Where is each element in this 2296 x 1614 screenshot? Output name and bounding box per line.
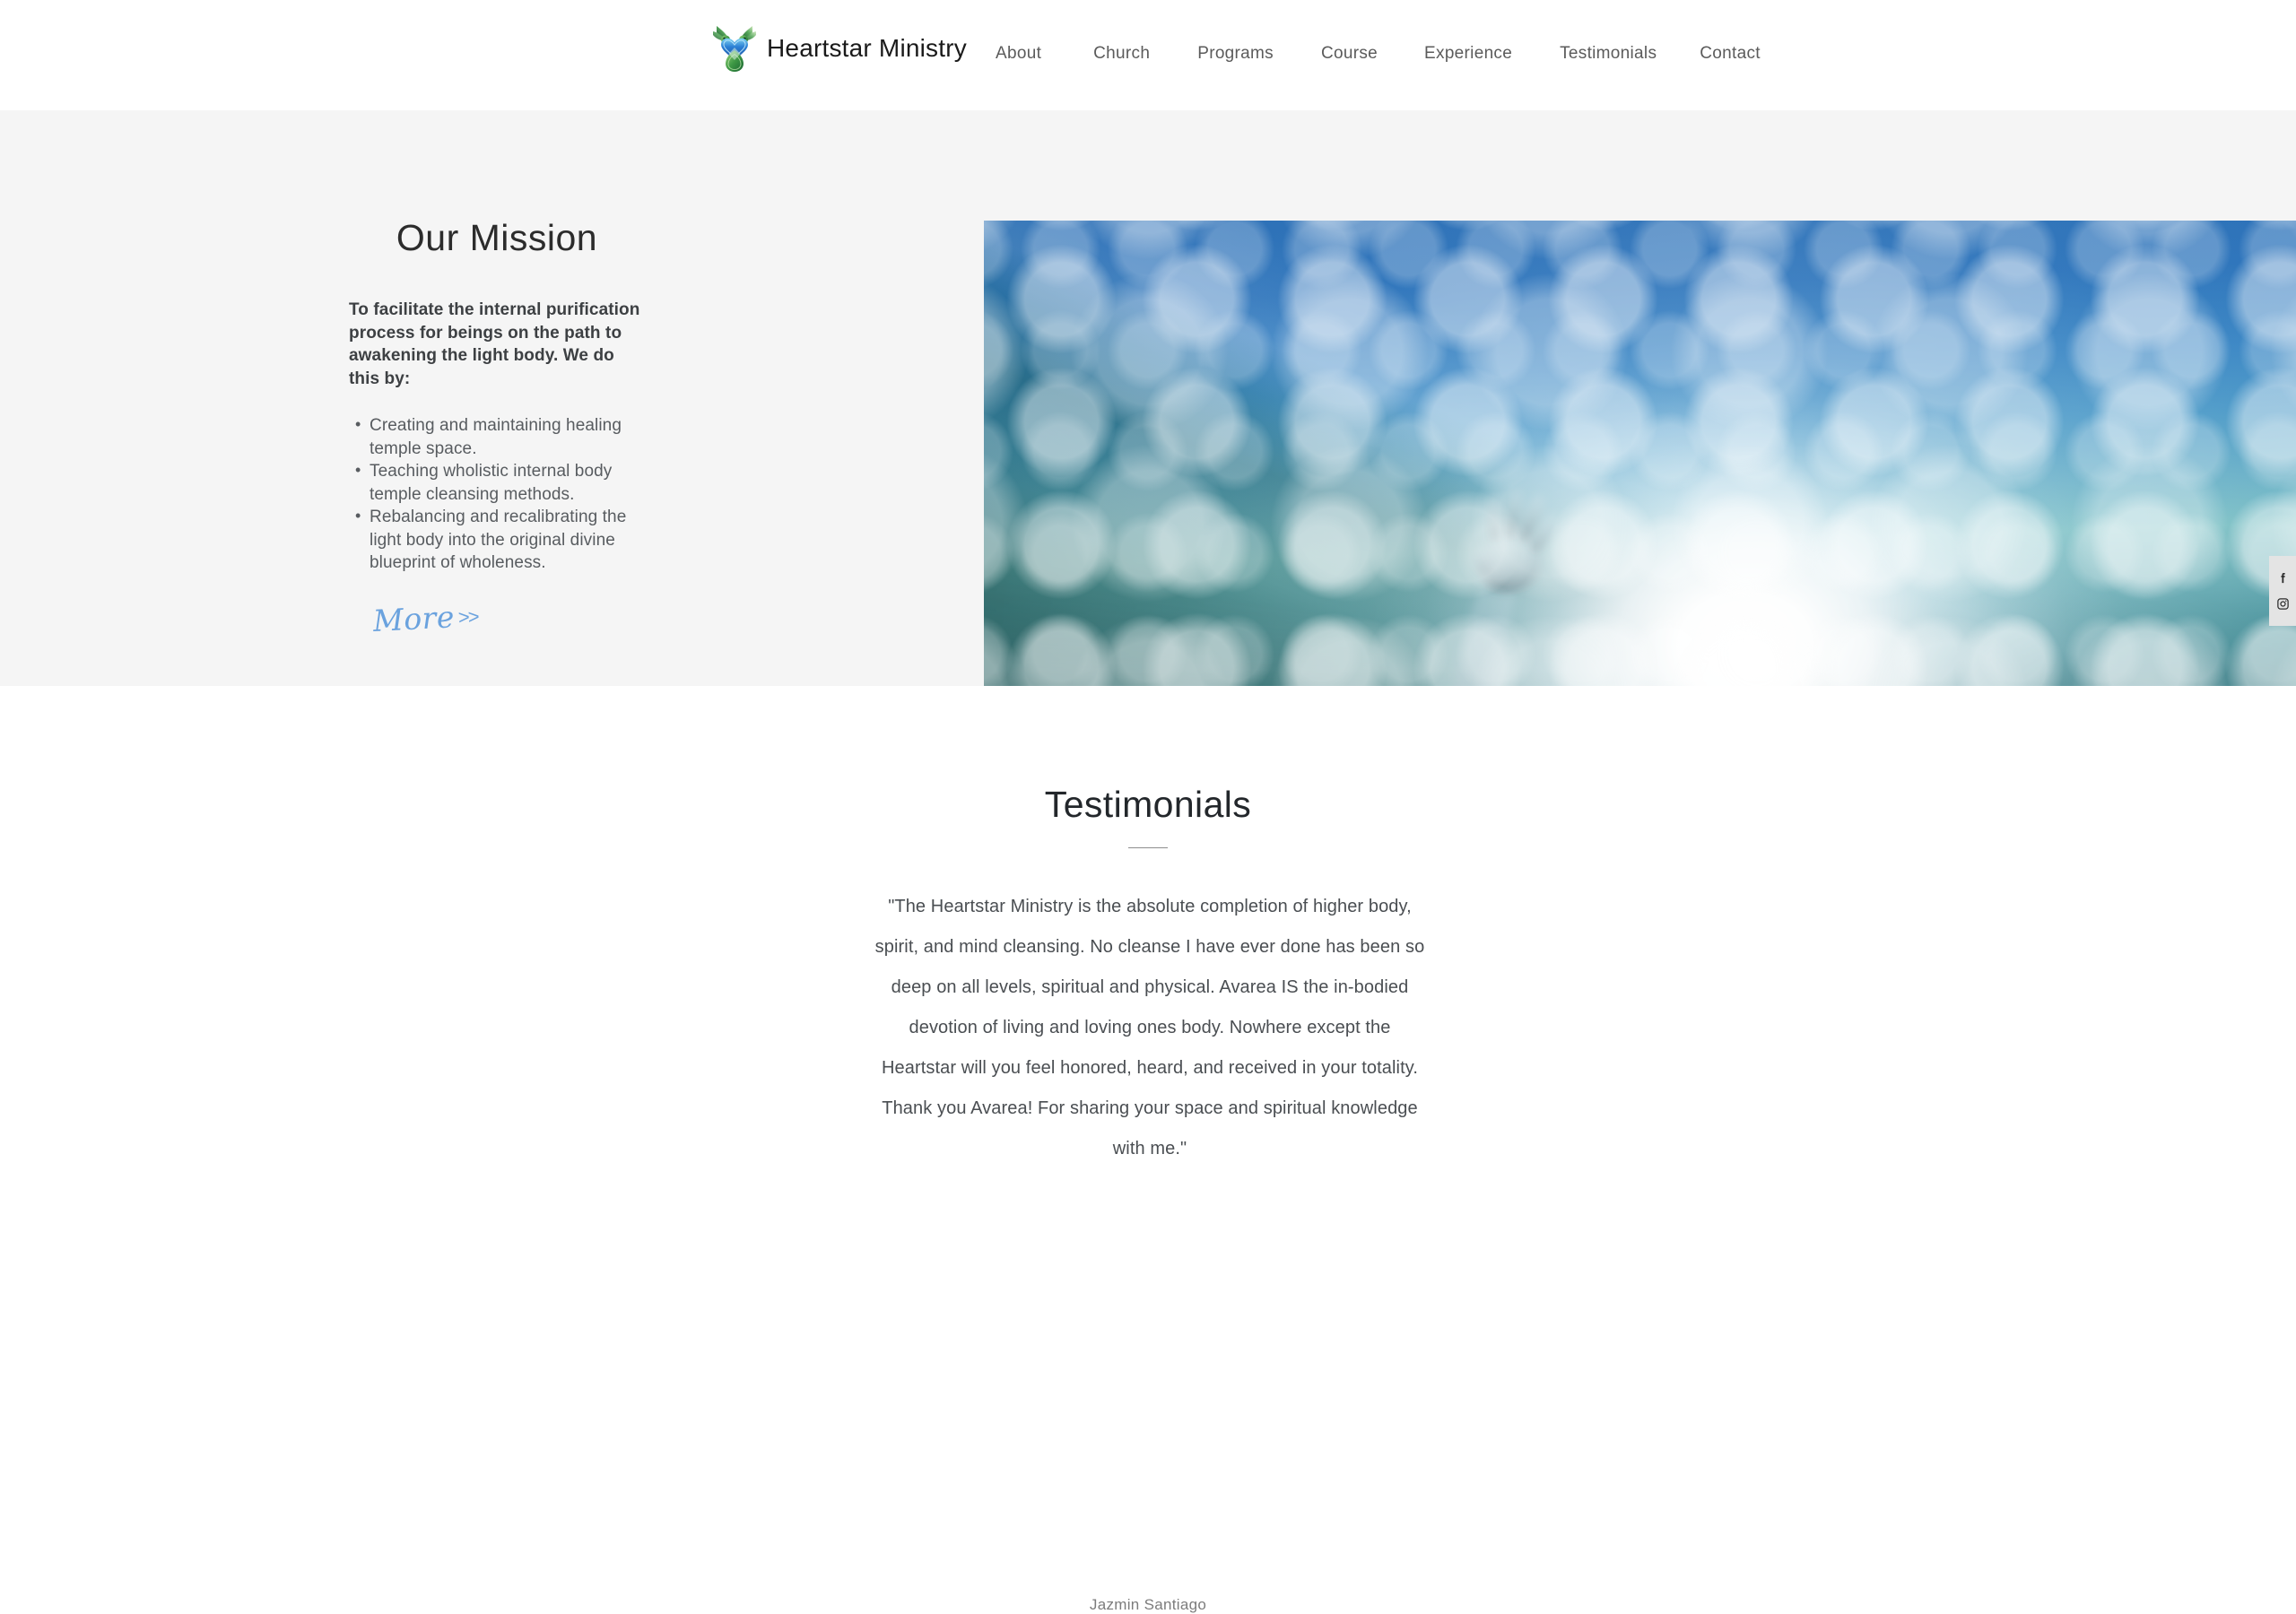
site-header: Heartstar Ministry About Church Programs… [0,0,2296,110]
section-divider [1128,847,1168,848]
brand-logo-link[interactable]: Heartstar Ministry [711,24,967,73]
nav-item-experience[interactable]: Experience [1424,42,1512,65]
mission-copy: Our Mission To facilitate the internal p… [349,217,645,638]
mission-point: Creating and maintaining healing temple … [349,413,645,460]
mission-more-link[interactable]: More >> [371,598,479,638]
nav-item-testimonials[interactable]: Testimonials [1560,42,1657,65]
main-nav: About Church Programs Course Experience … [996,42,1761,65]
instagram-icon[interactable] [2275,596,2291,612]
nav-item-about[interactable]: About [996,42,1041,65]
testimonial-quote: "The Heartstar Ministry is the absolute … [874,897,1425,1158]
mission-heading: Our Mission [396,217,598,258]
chevron-double-right-icon: >> [457,604,479,629]
mission-points-list: Creating and maintaining healing temple … [349,413,645,575]
hummingbird-heart-logo-icon [711,24,758,73]
brand-title: Heartstar Ministry [767,34,967,62]
mission-lead-paragraph: To facilitate the internal purification … [349,300,640,388]
social-rail [2269,556,2296,626]
nav-item-church[interactable]: Church [1093,42,1150,65]
nav-item-course[interactable]: Course [1321,42,1378,65]
mission-section: Our Mission To facilitate the internal p… [0,110,2296,796]
facebook-icon[interactable] [2275,570,2291,586]
testimonial-author: Jazmin Santiago [1089,1596,1207,1613]
testimonials-section: Testimonials "The Heartstar Ministry is … [0,686,2296,1613]
testimonials-heading: Testimonials [1044,784,1252,825]
nav-item-programs[interactable]: Programs [1197,42,1274,65]
mission-point: Teaching wholistic internal body temple … [349,459,645,506]
mission-more-label: More [371,598,456,638]
mission-point: Rebalancing and recalibrating the light … [349,505,645,575]
nav-item-contact[interactable]: Contact [1700,42,1761,65]
